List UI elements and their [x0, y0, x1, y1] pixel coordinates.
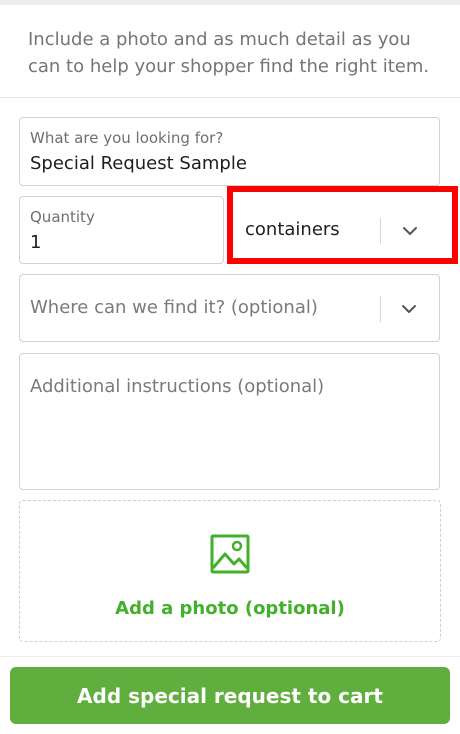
- unit-select[interactable]: containers: [231, 196, 440, 264]
- location-select-separator: [380, 296, 381, 322]
- instructions-textarea[interactable]: Additional instructions (optional): [19, 353, 440, 490]
- chevron-down-icon[interactable]: [400, 300, 418, 318]
- unit-select-separator: [380, 218, 381, 244]
- quantity-field[interactable]: Quantity 1: [19, 196, 224, 264]
- add-to-cart-button[interactable]: Add special request to cart: [10, 667, 450, 724]
- location-select[interactable]: Where can we find it? (optional): [19, 274, 440, 342]
- add-photo-label[interactable]: Add a photo (optional): [20, 598, 440, 619]
- quantity-label: Quantity: [30, 208, 95, 226]
- footer-divider: [0, 656, 460, 657]
- image-icon: [210, 534, 250, 574]
- add-photo-area[interactable]: Add a photo (optional): [19, 500, 441, 642]
- quantity-value[interactable]: 1: [30, 232, 41, 253]
- item-name-label: What are you looking for?: [30, 129, 224, 147]
- unit-select-value: containers: [245, 219, 340, 240]
- intro-text: Include a photo and as much detail as yo…: [28, 29, 430, 77]
- special-request-page: Include a photo and as much detail as yo…: [0, 0, 460, 734]
- item-name-value[interactable]: Special Request Sample: [30, 153, 247, 174]
- section-divider: [0, 97, 460, 98]
- location-select-placeholder: Where can we find it? (optional): [30, 297, 318, 318]
- item-name-field[interactable]: What are you looking for? Special Reques…: [19, 117, 440, 186]
- chevron-down-icon[interactable]: [401, 222, 419, 240]
- top-divider: [0, 0, 460, 5]
- instructions-placeholder: Additional instructions (optional): [30, 376, 325, 397]
